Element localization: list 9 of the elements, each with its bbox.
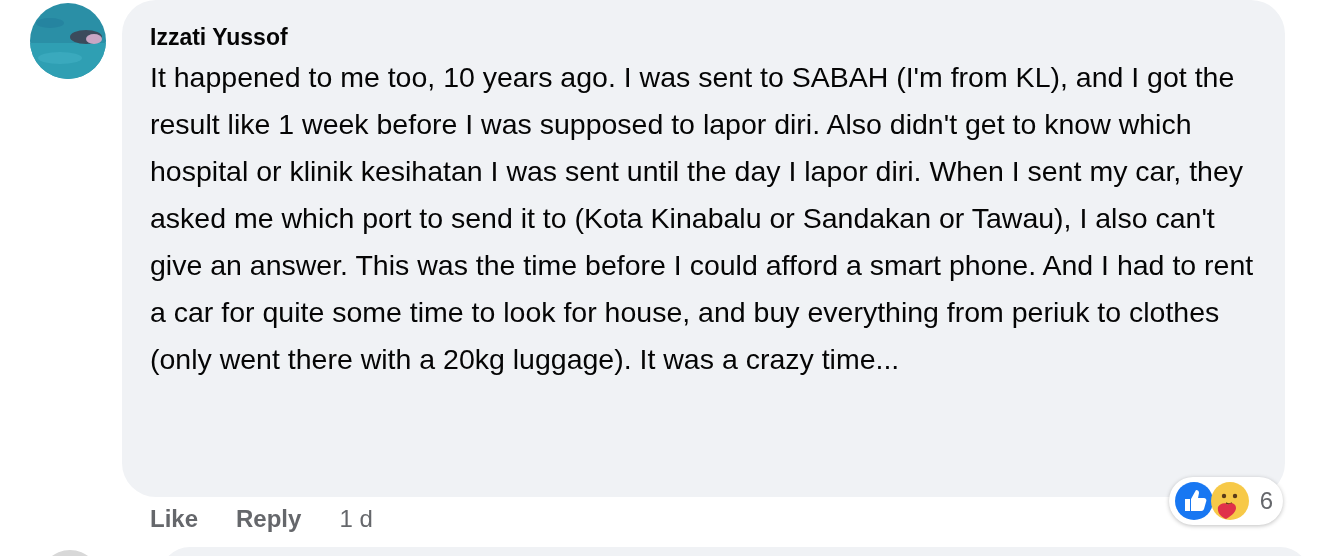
reaction-badge[interactable]: 6 — [1168, 477, 1283, 525]
action-link[interactable]: Like — [150, 505, 199, 533]
hugging-face-icon — [1209, 481, 1250, 521]
reaction-count: 6 — [1259, 487, 1273, 515]
timestamp[interactable]: 1 d — [339, 505, 373, 533]
action-link[interactable]: Reply — [236, 505, 302, 533]
comment-text: It happened to me too, 10 years ago. I was sent to SABAH (I'm from KL), and I got the result like 1 week before I was supposed to lapor diri. Also didn't get to know which hospital or klinik kesihatan I was sent until the day I lapor diri. When I sent my car, they asked me which port to send it to (Kota Kinabalu or Sandakan or Tawau), I also can't give an answer. This was the time before I could afford a smart phone. And I had to rent a car for quite some time to look for house, and buy everything from periuk to clothes (only went there with a 20kg luggage). It was a crazy time... — [150, 60, 1255, 377]
thumbs-up-icon — [1173, 481, 1214, 521]
author-name[interactable]: Izzati Yussof — [150, 20, 288, 54]
